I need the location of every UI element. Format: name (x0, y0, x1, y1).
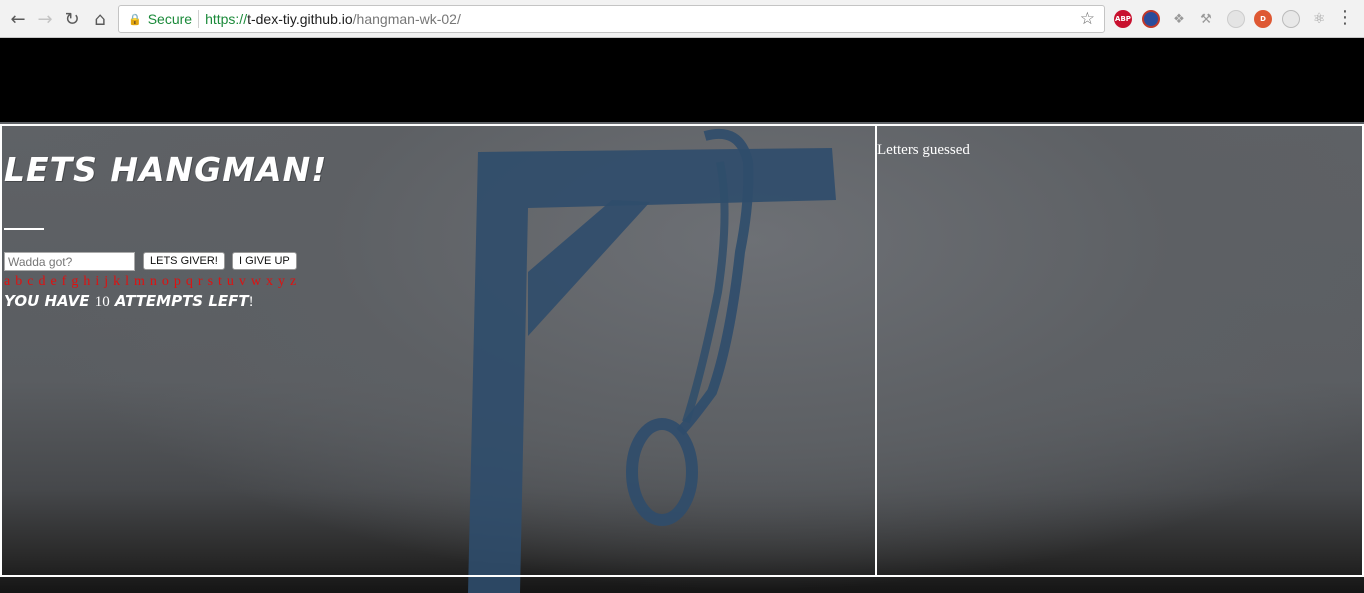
give-up-button[interactable]: I GIVE UP (232, 252, 297, 270)
letter-j[interactable]: j (104, 274, 108, 289)
url-path: /hangman-wk-02/ (352, 11, 461, 27)
attempts-count: 10 (94, 294, 110, 310)
url-host: t-dex-tiy.github.io (247, 11, 353, 27)
letter-l[interactable]: l (125, 274, 129, 289)
letter-y[interactable]: y (278, 274, 285, 289)
attempts-remaining: YOU HAVE 10 ATTEMPTS LEFT! (4, 292, 254, 311)
letter-o[interactable]: o (162, 274, 169, 289)
game-panel: Lets hangman! LETS GIVER! I GIVE UP abcd… (0, 124, 877, 577)
letter-i[interactable]: i (95, 274, 99, 289)
header-band (0, 38, 1364, 122)
react-icon[interactable]: ⚛ (1310, 10, 1328, 28)
dropbox-icon[interactable]: ❖ (1170, 10, 1188, 28)
letter-f[interactable]: f (62, 274, 67, 289)
letter-s[interactable]: s (208, 274, 213, 289)
letter-u[interactable]: u (227, 274, 234, 289)
forward-icon[interactable]: → (33, 7, 57, 31)
word-blank (4, 228, 44, 230)
circle-icon[interactable] (1227, 10, 1245, 28)
guess-input[interactable] (4, 252, 135, 271)
secure-label: Secure (147, 11, 193, 27)
letter-b[interactable]: b (15, 274, 22, 289)
lock-icon: 🔒 (128, 12, 142, 26)
divider (198, 10, 200, 28)
url-scheme: https:// (205, 11, 248, 27)
address-bar[interactable]: 🔒 Secure https:// t-dex-tiy.github.io /h… (118, 5, 1105, 33)
attempts-suffix: ATTEMPTS LEFT (109, 292, 249, 310)
letter-t[interactable]: t (218, 274, 222, 289)
back-icon[interactable]: ← (6, 7, 30, 31)
home-icon[interactable]: ⌂ (88, 7, 112, 31)
letter-p[interactable]: p (174, 274, 181, 289)
letter-d[interactable]: d (38, 274, 45, 289)
letter-x[interactable]: x (266, 274, 273, 289)
flag-icon[interactable] (1142, 10, 1160, 28)
letter-n[interactable]: n (150, 274, 157, 289)
bookmark-star-icon[interactable]: ☆ (1080, 9, 1095, 29)
letter-k[interactable]: k (113, 274, 120, 289)
letter-c[interactable]: c (27, 274, 33, 289)
letter-v[interactable]: v (239, 274, 246, 289)
attempts-prefix: YOU HAVE (4, 292, 95, 310)
duckduckgo-icon[interactable]: D (1254, 10, 1272, 28)
letter-r[interactable]: r (198, 274, 203, 289)
alphabet-list: abcdefghijklmnopqrstuvwxyz (4, 274, 301, 290)
browser-toolbar: ← → ↻ ⌂ 🔒 Secure https:// t-dex-tiy.gith… (0, 0, 1364, 38)
letter-q[interactable]: q (186, 274, 193, 289)
reload-icon[interactable]: ↻ (60, 7, 84, 31)
letter-a[interactable]: a (4, 274, 10, 289)
submit-guess-button[interactable]: LETS GIVER! (143, 252, 225, 270)
letter-h[interactable]: h (83, 274, 90, 289)
letter-z[interactable]: z (290, 274, 296, 289)
menu-icon[interactable]: ⋮ (1336, 7, 1354, 28)
letter-g[interactable]: g (71, 274, 78, 289)
page-background: Lets hangman! LETS GIVER! I GIVE UP abcd… (0, 122, 1364, 593)
letter-m[interactable]: m (134, 274, 145, 289)
wrench-icon[interactable]: ⚒ (1197, 10, 1215, 28)
letter-w[interactable]: w (251, 274, 261, 289)
letter-e[interactable]: e (50, 274, 56, 289)
gray-circle-icon[interactable] (1282, 10, 1300, 28)
page-title: Lets hangman! (4, 150, 328, 189)
guessed-panel (875, 124, 1364, 577)
attempts-bang: ! (248, 294, 254, 310)
abp-icon[interactable]: ABP (1114, 10, 1132, 28)
letters-guessed-label: Letters guessed (877, 142, 970, 158)
